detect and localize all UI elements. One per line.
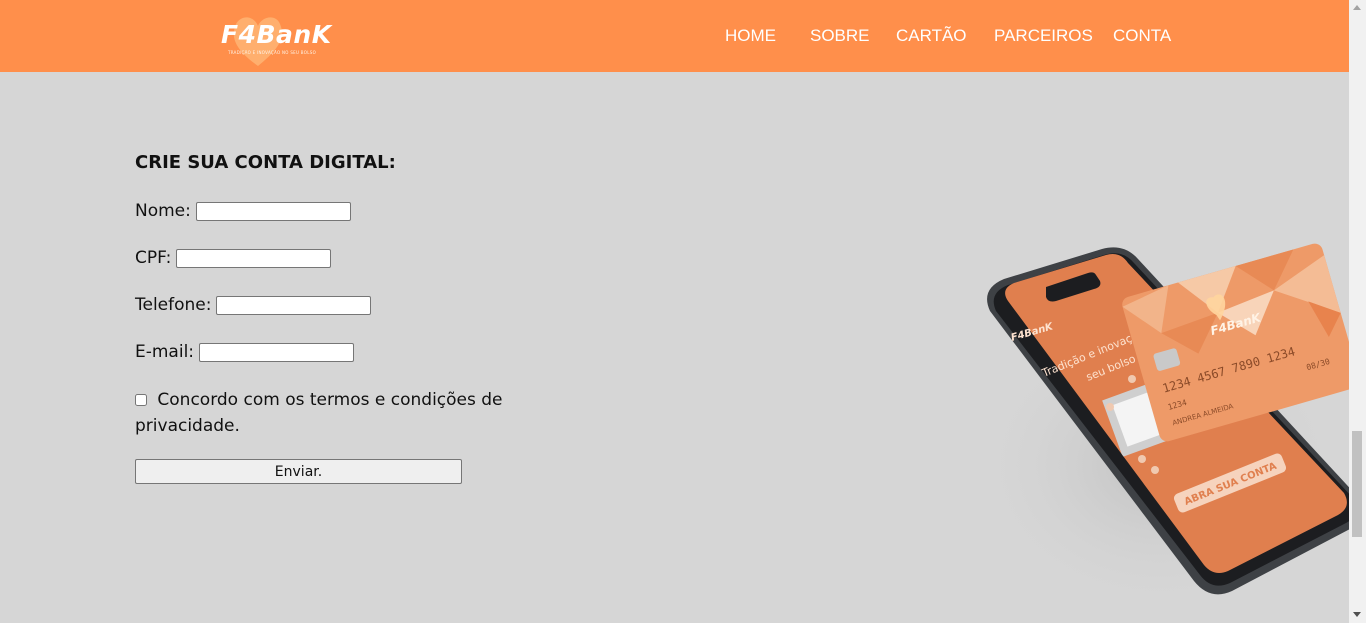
logo-tagline: TRADIÇÃO E INOVAÇÃO NO SEU BOLSO: [228, 50, 317, 55]
vertical-scrollbar[interactable]: [1349, 0, 1366, 623]
email-row: E-mail:: [135, 341, 355, 363]
phone-card-illustration: F4BanK Tradição e inovação seu bolso ABR…: [970, 243, 1349, 615]
phone-label: Telefone:: [135, 295, 212, 315]
phone-row: Telefone:: [135, 294, 372, 316]
submit-button[interactable]: Enviar.: [135, 459, 462, 484]
name-row: Nome:: [135, 200, 351, 222]
name-label: Nome:: [135, 201, 191, 221]
scroll-up-arrow-icon[interactable]: [1353, 5, 1361, 10]
f4bank-logo[interactable]: F4BanK TRADIÇÃO E INOVAÇÃO NO SEU BOLSO: [218, 10, 331, 68]
logo-text: F4BanK: [221, 20, 332, 49]
email-input[interactable]: [199, 342, 355, 362]
nav-cartao[interactable]: CARTÃO: [896, 26, 967, 46]
page: F4BanK TRADIÇÃO E INOVAÇÃO NO SEU BOLSO …: [0, 0, 1366, 623]
cpf-row: CPF:: [135, 247, 332, 269]
scrollbar-thumb[interactable]: [1352, 431, 1362, 537]
terms-row: Concordo com os termos e condições de pr…: [135, 387, 515, 439]
cpf-input[interactable]: [176, 248, 332, 268]
form-title: CRIE SUA CONTA DIGITAL:: [135, 152, 396, 173]
nav-conta[interactable]: CONTA: [1113, 26, 1171, 46]
site-header: F4BanK TRADIÇÃO E INOVAÇÃO NO SEU BOLSO …: [0, 0, 1349, 72]
nav-parceiros[interactable]: PARCEIROS: [994, 26, 1093, 46]
nav-sobre[interactable]: SOBRE: [810, 26, 870, 46]
terms-label: Concordo com os termos e condições de pr…: [135, 390, 503, 436]
name-input[interactable]: [195, 201, 351, 221]
cpf-label: CPF:: [135, 248, 172, 268]
email-label: E-mail:: [135, 342, 195, 362]
nav-home[interactable]: HOME: [725, 26, 776, 46]
terms-checkbox[interactable]: [135, 394, 147, 406]
scroll-down-arrow-icon[interactable]: [1353, 612, 1361, 617]
phone-input[interactable]: [216, 295, 372, 315]
